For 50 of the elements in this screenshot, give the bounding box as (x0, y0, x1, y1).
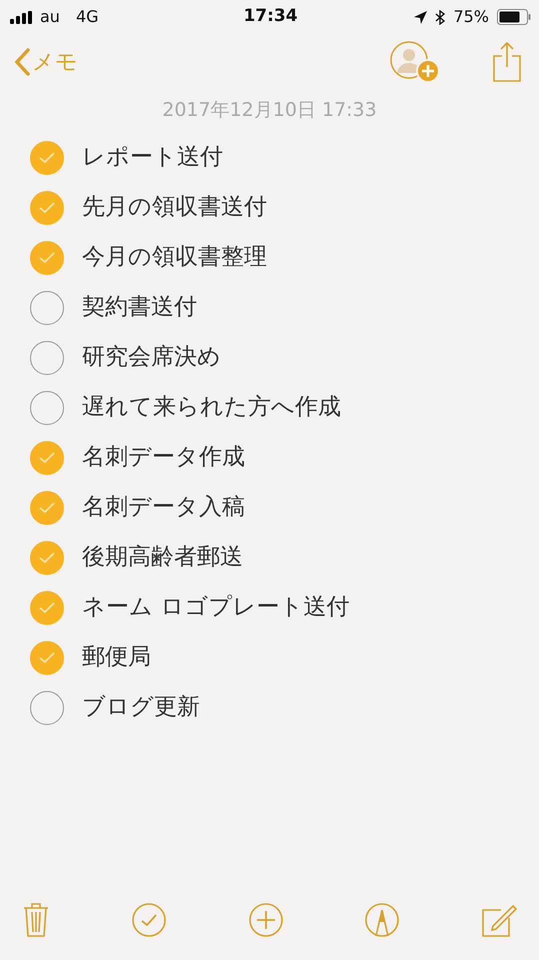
share-icon[interactable] (493, 42, 521, 82)
checklist-item-text: ブログ更新 (82, 693, 200, 722)
checkbox[interactable] (30, 540, 64, 574)
checkbox[interactable] (30, 290, 64, 324)
checkbox[interactable] (30, 140, 64, 174)
clock: 17:34 (243, 5, 298, 28)
checkmark-icon (39, 602, 55, 614)
carrier-name: au (40, 6, 60, 28)
chevron-left-icon (14, 48, 30, 76)
checklist-item-text: 研究会席決め (82, 343, 221, 372)
checkbox[interactable] (30, 590, 64, 624)
battery-percentage: 75% (453, 6, 489, 28)
add-person-icon[interactable] (389, 40, 441, 84)
checklist-item-text: 先月の領収書送付 (82, 193, 267, 222)
sketch-button[interactable] (364, 902, 400, 938)
checkbox[interactable] (30, 640, 64, 674)
checklist-item-text: 今月の領収書整理 (82, 243, 267, 272)
signal-icon (10, 10, 32, 24)
compose-button[interactable] (481, 902, 517, 938)
checklist-item-text: 名刺データ入稿 (82, 493, 245, 522)
checkbox[interactable] (30, 690, 64, 724)
checkmark-icon (39, 552, 55, 564)
back-button[interactable]: メモ (14, 46, 78, 78)
checklist-item-text: ネーム ロゴプレート送付 (82, 593, 350, 622)
checklist-item-text: 名刺データ作成 (82, 443, 245, 472)
checklist-item-text: 契約書送付 (82, 293, 197, 322)
checkbox[interactable] (30, 340, 64, 374)
checkmark-icon (39, 502, 55, 514)
checklist-item-text: 遅れて来られた方へ作成 (82, 393, 341, 422)
checkbox[interactable] (30, 440, 64, 474)
checkmark-icon (39, 252, 55, 264)
battery-icon (497, 9, 531, 25)
checkbox[interactable] (30, 490, 64, 524)
checklist-item-text: 郵便局 (82, 643, 151, 672)
bluetooth-icon (435, 10, 446, 24)
checklist-button[interactable] (130, 902, 167, 938)
location-icon (414, 10, 428, 24)
checkmark-icon (39, 652, 55, 664)
checkbox[interactable] (30, 190, 64, 224)
delete-button[interactable] (22, 902, 50, 938)
checkbox[interactable] (30, 240, 64, 274)
network-type: 4G (76, 6, 99, 28)
checklist-item-text: 後期高齢者郵送 (82, 543, 243, 572)
checkmark-icon (39, 452, 55, 464)
add-button[interactable] (248, 902, 284, 938)
checkmark-icon (39, 202, 55, 214)
checklist-item-text: レポート送付 (82, 143, 223, 172)
checkbox[interactable] (30, 390, 64, 424)
checkmark-icon (39, 152, 55, 164)
note-date: 2017年12月10日 17:33 (161, 98, 378, 123)
